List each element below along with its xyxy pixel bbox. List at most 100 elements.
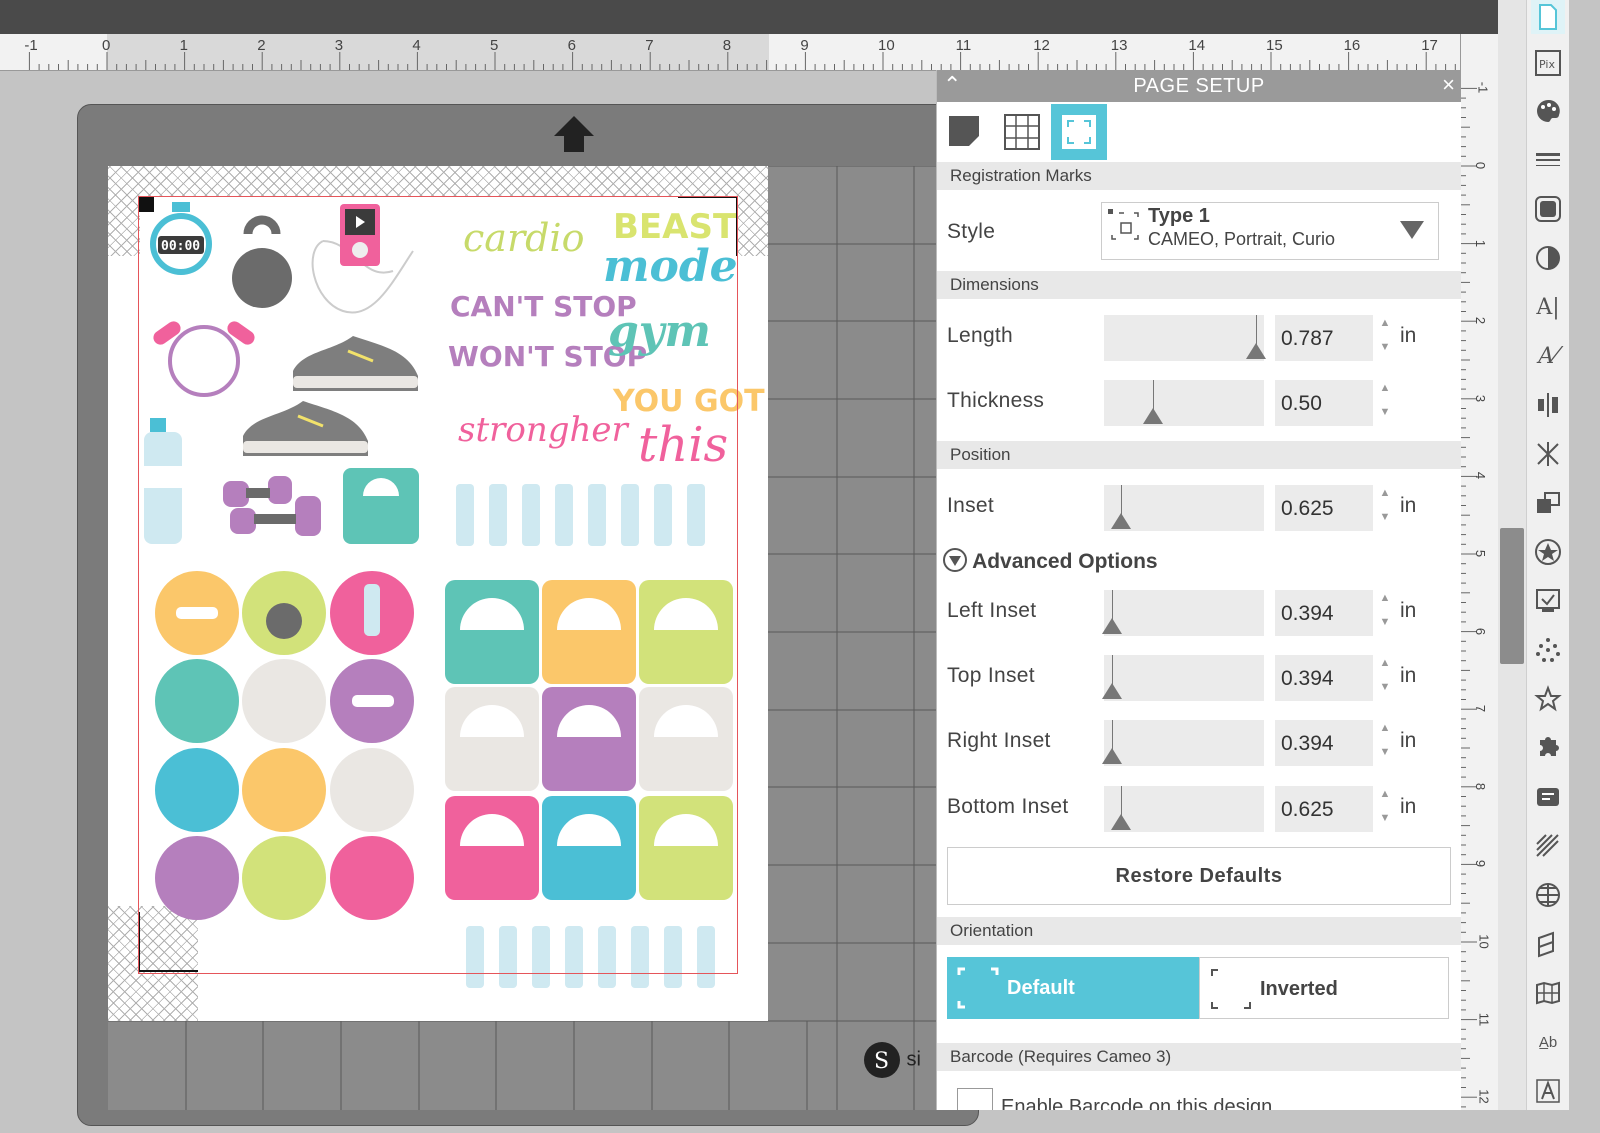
globe-icon[interactable]	[1531, 878, 1565, 912]
transparency-icon[interactable]	[1531, 241, 1565, 275]
length-value: 0.787	[1281, 327, 1334, 350]
thickness-stepper[interactable]: ▲ ▼	[1378, 382, 1392, 428]
section-position-label: Position	[950, 445, 1011, 464]
cut-border	[138, 196, 738, 974]
inset-slider[interactable]	[1104, 485, 1264, 531]
align-icon[interactable]	[1531, 388, 1565, 422]
section-dimensions-label: Dimensions	[950, 275, 1039, 294]
top-inset-unit: in	[1400, 664, 1417, 687]
section-barcode-label: Barcode (Requires Cameo 3)	[950, 1047, 1172, 1066]
ruler-label: 0	[102, 37, 111, 54]
ruler-label: 4	[412, 37, 421, 54]
orientation-default-icon	[957, 967, 999, 1009]
fill-panel-icon[interactable]	[1531, 94, 1565, 128]
bottom-inset-input[interactable]: 0.625	[1275, 786, 1373, 832]
text-path-icon[interactable]: A⁄	[1531, 339, 1565, 373]
length-unit: in	[1400, 324, 1417, 347]
length-stepper[interactable]: ▲ ▼	[1378, 317, 1392, 363]
vertical-ruler-label: 0	[1473, 161, 1489, 170]
left-inset-stepper[interactable]: ▲ ▼	[1378, 592, 1392, 638]
offset-icon[interactable]	[1531, 584, 1565, 618]
modify-star-icon[interactable]	[1531, 535, 1565, 569]
thickness-input[interactable]: 0.50	[1275, 380, 1373, 426]
orientation-inverted-button[interactable]: Inverted	[1199, 957, 1449, 1019]
vertical-ruler-label: -1	[1475, 82, 1491, 94]
inset-unit: in	[1400, 494, 1417, 517]
tab-media[interactable]	[937, 104, 993, 160]
vertical-ruler-label: 1	[1473, 239, 1489, 247]
left-inset-input[interactable]: 0.394	[1275, 590, 1373, 636]
restore-defaults-button[interactable]: Restore Defaults	[947, 847, 1451, 905]
orientation-default-button[interactable]: Default	[947, 957, 1199, 1019]
left-inset-slider[interactable]	[1102, 590, 1264, 636]
tab-registration[interactable]	[1051, 104, 1107, 160]
bottom-inset-stepper[interactable]: ▲ ▼	[1378, 788, 1392, 834]
right-inset-value: 0.394	[1281, 732, 1334, 755]
warp-icon[interactable]	[1531, 927, 1565, 961]
vertical-ruler-label: 6	[1473, 627, 1489, 635]
text-ab-icon[interactable]: A̲b	[1531, 1025, 1565, 1059]
page-setup-tool-icon[interactable]	[1531, 0, 1565, 34]
length-slider-thumb[interactable]	[1246, 343, 1266, 359]
top-inset-slider[interactable]	[1102, 655, 1264, 701]
puzzle-icon[interactable]	[1531, 731, 1565, 765]
replicate-icon[interactable]	[1531, 437, 1565, 471]
right-inset-slider-thumb[interactable]	[1102, 748, 1122, 764]
length-input[interactable]: 0.787	[1275, 315, 1373, 361]
top-inset-stepper[interactable]: ▲ ▼	[1378, 657, 1392, 703]
ruler-label: 5	[490, 37, 499, 54]
scrollbar-thumb[interactable]	[1500, 528, 1524, 664]
text-style-icon[interactable]: A|	[1531, 290, 1565, 324]
length-slider[interactable]	[1104, 315, 1266, 361]
pixscan-icon[interactable]: Pix	[1531, 46, 1565, 80]
inset-slider-thumb[interactable]	[1111, 513, 1131, 529]
top-inset-slider-thumb[interactable]	[1102, 683, 1122, 699]
section-registration-marks: Registration Marks	[937, 162, 1461, 190]
star-outline-icon[interactable]	[1531, 682, 1565, 716]
vertical-ruler-label: 2	[1473, 317, 1489, 325]
right-inset-slider[interactable]	[1102, 720, 1264, 766]
bottom-inset-slider[interactable]	[1104, 786, 1264, 832]
bottom-inset-slider-thumb[interactable]	[1111, 814, 1131, 830]
sketch-icon[interactable]	[1531, 829, 1565, 863]
ruler-label: 7	[645, 37, 654, 54]
right-inset-unit: in	[1400, 729, 1417, 752]
registration-type1-icon	[1108, 209, 1139, 240]
left-inset-value: 0.394	[1281, 602, 1334, 625]
font-icon[interactable]	[1531, 1074, 1565, 1108]
section-registration-marks-label: Registration Marks	[950, 166, 1092, 185]
thickness-label: Thickness	[947, 389, 1045, 412]
inset-input[interactable]: 0.625	[1275, 485, 1373, 531]
tab-grid[interactable]	[994, 104, 1050, 160]
svg-text:S: S	[874, 1049, 889, 1074]
style-select[interactable]: Type 1 CAMEO, Portrait, Curio	[1101, 202, 1439, 260]
ruler-label: 2	[257, 37, 266, 54]
vertical-ruler-label: 9	[1473, 860, 1489, 868]
shadow-icon[interactable]	[1531, 192, 1565, 226]
ruler-label: 15	[1266, 37, 1283, 54]
thickness-slider-thumb[interactable]	[1143, 408, 1163, 424]
advanced-options-toggle[interactable]: Advanced Options	[943, 548, 1158, 574]
style-label: Style	[947, 220, 996, 243]
trace-icon[interactable]	[1531, 633, 1565, 667]
enable-barcode-checkbox[interactable]	[957, 1088, 993, 1110]
right-inset-stepper[interactable]: ▲ ▼	[1378, 722, 1392, 768]
vertical-ruler: -1 0 1 2 3 4 5 6 7 8 9 10 11 12	[1460, 34, 1499, 1110]
ruler-label: 10	[878, 37, 895, 54]
right-inset-input[interactable]: 0.394	[1275, 720, 1373, 766]
orientation-inverted-label: Inverted	[1260, 978, 1338, 1000]
ruler-label: 12	[1033, 37, 1050, 54]
close-icon[interactable]: ×	[1442, 72, 1455, 98]
thickness-slider[interactable]	[1104, 380, 1264, 426]
page-setup-panel: ⌃ PAGE SETUP × Registration Marks Style …	[936, 70, 1461, 1110]
transform-icon[interactable]	[1531, 486, 1565, 520]
send-icon[interactable]	[1531, 780, 1565, 814]
inset-stepper[interactable]: ▲ ▼	[1378, 487, 1392, 533]
line-style-icon[interactable]	[1531, 143, 1565, 177]
section-orientation-label: Orientation	[950, 921, 1034, 940]
grid-icon	[1004, 114, 1040, 150]
left-inset-slider-thumb[interactable]	[1102, 618, 1122, 634]
map-grid-icon[interactable]	[1531, 976, 1565, 1010]
top-inset-input[interactable]: 0.394	[1275, 655, 1373, 701]
bottom-inset-label: Bottom Inset	[947, 795, 1069, 818]
